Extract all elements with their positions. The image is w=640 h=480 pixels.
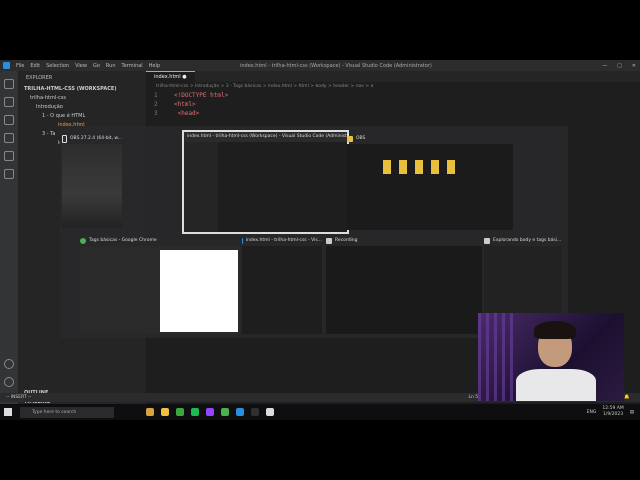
activity-bar (0, 71, 18, 404)
page-icon (484, 238, 490, 244)
account-icon[interactable] (4, 359, 14, 369)
taskbar-app-icon[interactable] (266, 408, 274, 416)
thumb-vscode-active[interactable]: index.html - trilha-html-css (Workspace)… (182, 130, 349, 234)
language-indicator[interactable]: ENG (587, 410, 597, 415)
code-editor[interactable]: 1 <!DOCTYPE html> 2 <html> 3 <head> (146, 91, 640, 118)
menu-view[interactable]: View (75, 63, 87, 69)
source-control-icon[interactable] (4, 115, 14, 125)
person-hair (534, 321, 576, 339)
taskbar-app-icon[interactable] (176, 408, 184, 416)
code-line: 2 <html> (154, 100, 640, 109)
code-text: <head> (174, 110, 200, 117)
line-number: 3 (154, 110, 158, 117)
system-tray: ENG 12:59 AM 1/9/2023 ▤ (587, 406, 634, 418)
thumb-title: OBS 27.2.4 (64-bit, w... (70, 136, 122, 141)
thumb-title: Tags básicas - Google Chrome (89, 238, 157, 243)
tree-item[interactable]: trilha-html-css (18, 94, 146, 103)
person-shirt (516, 369, 596, 401)
webcam-overlay (478, 313, 624, 401)
thumb-obs-main[interactable]: OBS 27.2.4 (64-bit, w... (62, 134, 122, 228)
taskbar-search-input[interactable]: Type here to search (20, 406, 114, 418)
code-text: <!DOCTYPE html> (174, 92, 229, 99)
taskbar: Type here to search ENG 12:59 AM 1/9/202… (0, 404, 640, 420)
menu-edit[interactable]: Edit (30, 63, 40, 69)
maximize-icon[interactable]: □ (617, 63, 622, 69)
explorer-icon[interactable] (4, 79, 14, 89)
taskbar-app-icon[interactable] (161, 408, 169, 416)
code-text: <html> (174, 101, 196, 108)
thumb-obs-folder[interactable]: OBS (347, 134, 513, 230)
taskbar-app-icon[interactable] (191, 408, 199, 416)
task-view-overlay: OBS 27.2.4 (64-bit, w... index.html - tr… (60, 126, 568, 338)
menu-run[interactable]: Run (106, 63, 116, 69)
tree-item[interactable]: Introdução (18, 103, 146, 112)
menu-terminal[interactable]: Terminal (122, 63, 143, 69)
tree-item[interactable]: 1 - O que é HTML (18, 112, 146, 121)
workspace-title[interactable]: TRILHA-HTML-CSS (WORKSPACE) (18, 85, 146, 94)
menu-bar: File Edit Selection View Go Run Terminal… (16, 63, 160, 69)
clock-date[interactable]: 1/9/2023 (603, 412, 623, 418)
line-number: 1 (154, 92, 158, 99)
recording-icon (326, 238, 332, 244)
thumb-title: Explorando body e tags bási... (493, 238, 562, 243)
thumb-chrome[interactable]: Tags básicas - Google Chrome (80, 236, 240, 334)
chrome-icon (80, 238, 86, 244)
taskbar-apps (146, 408, 274, 416)
bell-icon[interactable]: 🔔 (624, 395, 630, 400)
minimize-icon[interactable]: — (602, 63, 607, 69)
menu-go[interactable]: Go (93, 63, 100, 69)
thumb-title: index.html - trilha-html-css (Workspace)… (187, 134, 347, 139)
search-icon[interactable] (4, 97, 14, 107)
breadcrumb[interactable]: trilha-html-css > Introdução > 3 - Tags … (146, 82, 640, 91)
title-bar: File Edit Selection View Go Run Terminal… (0, 60, 640, 71)
menu-file[interactable]: File (16, 63, 24, 69)
taskbar-app-icon[interactable] (221, 408, 229, 416)
vscode-icon (242, 238, 243, 244)
editor-tabs: index.html ● (146, 71, 640, 82)
vscode-logo-icon (3, 62, 10, 69)
taskbar-app-icon[interactable] (251, 408, 259, 416)
run-debug-icon[interactable] (4, 133, 14, 143)
menu-help[interactable]: Help (149, 63, 160, 69)
code-line: 1 <!DOCTYPE html> (154, 91, 640, 100)
close-icon[interactable]: ✕ (632, 63, 636, 69)
tab-index-html[interactable]: index.html ● (146, 71, 195, 82)
windows-start-icon[interactable] (4, 408, 12, 416)
thumb-vscode-2[interactable]: index.html - trilha-html-css - Vis... (242, 236, 322, 334)
taskbar-app-icon[interactable] (236, 408, 244, 416)
line-number: 2 (154, 101, 158, 108)
thumb-title: index.html - trilha-html-css - Vis... (245, 238, 322, 243)
obs-icon (62, 135, 68, 143)
folder-icon (347, 136, 353, 142)
screen: File Edit Selection View Go Run Terminal… (0, 60, 640, 420)
tab-label: index.html (154, 74, 181, 80)
menu-selection[interactable]: Selection (46, 63, 69, 69)
code-line: 3 <head> (154, 109, 640, 118)
thumb-title: Recording (335, 238, 358, 243)
taskbar-app-icon[interactable] (206, 408, 214, 416)
thumb-title: OBS (356, 136, 366, 141)
gear-icon[interactable] (4, 377, 14, 387)
notification-icon[interactable]: ▤ (630, 410, 634, 415)
taskbar-app-icon[interactable] (146, 408, 154, 416)
led-lights (478, 313, 518, 401)
explorer-header: EXPLORER (26, 75, 53, 81)
remote-icon[interactable] (4, 169, 14, 179)
thumb-recording[interactable]: Recording (326, 236, 482, 334)
window-title: index.html - trilha-html-css (Workspace)… (240, 62, 432, 69)
extensions-icon[interactable] (4, 151, 14, 161)
vim-mode: -- INSERT -- (6, 395, 32, 400)
